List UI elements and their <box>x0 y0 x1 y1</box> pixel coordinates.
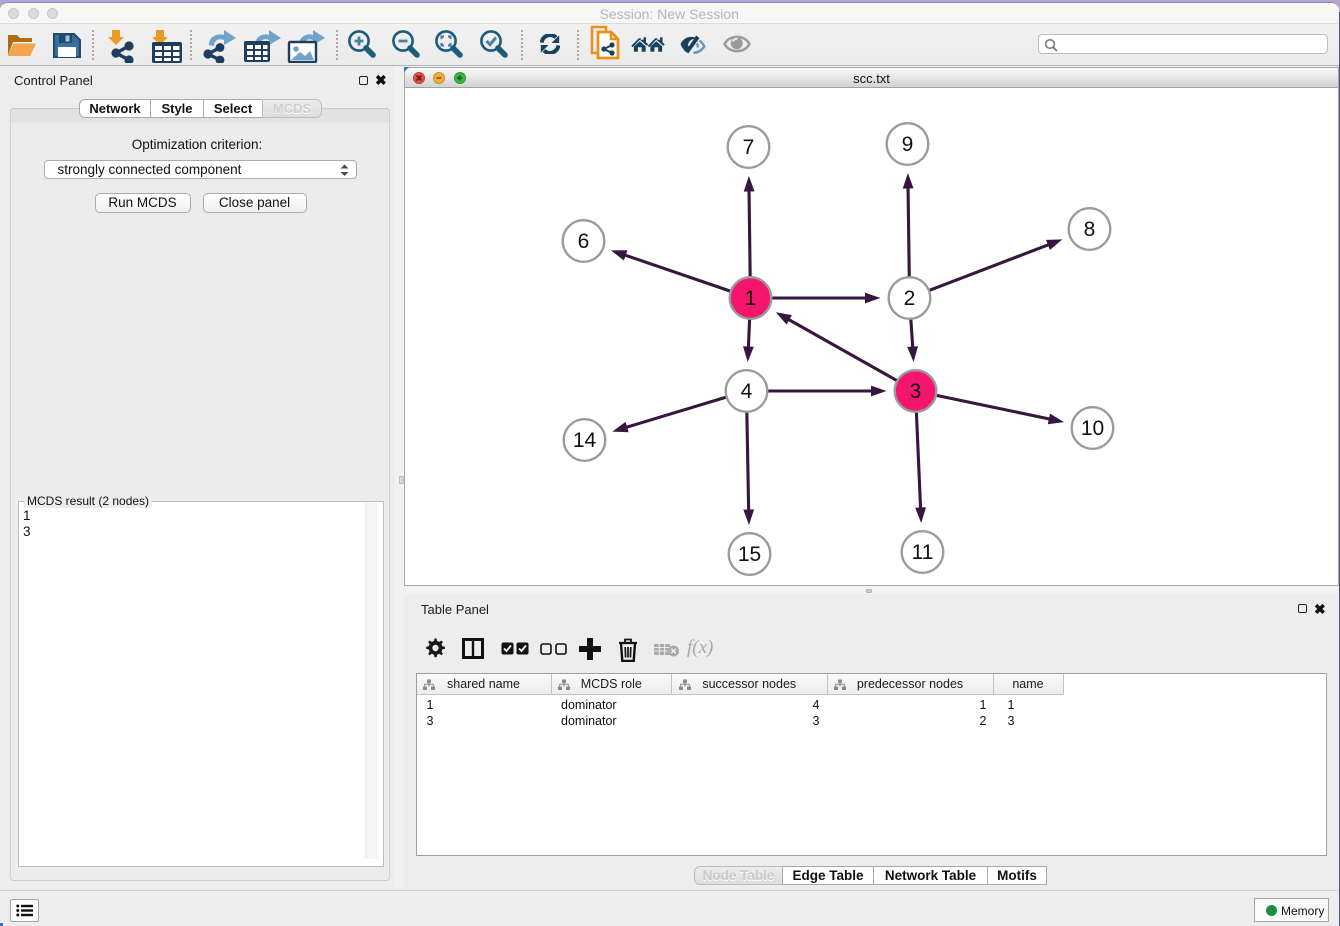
svg-text:9: 9 <box>902 133 914 156</box>
svg-text:14: 14 <box>573 429 597 452</box>
svg-text:10: 10 <box>1081 417 1104 440</box>
svg-text:3: 3 <box>910 380 922 403</box>
svg-text:4: 4 <box>741 380 753 403</box>
svg-text:8: 8 <box>1084 218 1096 241</box>
svg-text:7: 7 <box>743 136 755 159</box>
svg-text:6: 6 <box>578 230 590 253</box>
svg-text:15: 15 <box>738 543 761 566</box>
svg-text:1: 1 <box>745 287 757 310</box>
svg-text:2: 2 <box>904 287 916 310</box>
svg-text:11: 11 <box>912 541 934 564</box>
